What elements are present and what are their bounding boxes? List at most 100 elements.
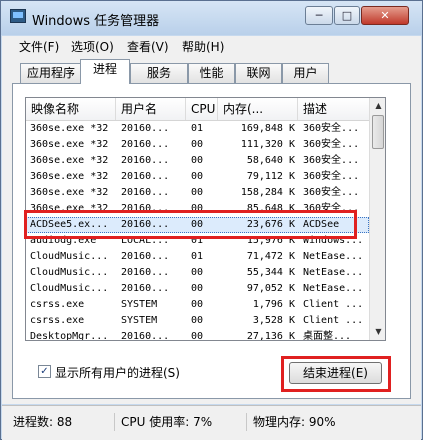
process-memory: 27,136 K (246, 331, 295, 341)
process-cpu: 00 (191, 203, 204, 214)
process-memory: 85,648 K (246, 203, 295, 214)
scroll-thumb[interactable] (372, 115, 384, 149)
process-list[interactable]: 映像名称 用户名 CPU 内存(... 描述 360se.exe *32 2016… (25, 97, 386, 341)
process-user: 20160... (121, 251, 170, 262)
process-memory: 1,796 K (252, 299, 295, 310)
process-cpu: 00 (191, 187, 204, 198)
process-user: 20160... (121, 171, 170, 182)
process-description: 360安全... (303, 155, 360, 166)
status-process-count: 进程数: 88 (13, 415, 73, 429)
column-cpu[interactable]: CPU (186, 98, 218, 120)
column-image-name[interactable]: 映像名称 (26, 98, 116, 120)
process-cpu: 00 (191, 267, 204, 278)
show-all-users-label: 显示所有用户的进程(S) (55, 366, 180, 380)
process-user: SYSTEM (121, 315, 158, 326)
process-user: 20160... (121, 123, 170, 134)
scroll-down-icon[interactable]: ▼ (371, 324, 385, 340)
table-row[interactable]: CloudMusic... 20160... 01 71,472 K NetEase..… (26, 249, 369, 265)
table-row[interactable]: ACDSee5.ex... 20160... 00 23,676 K ACDSee (26, 217, 369, 233)
process-user: 20160... (121, 219, 170, 230)
process-cpu: 00 (191, 331, 204, 341)
process-name: 360se.exe *32 (30, 171, 109, 182)
table-row[interactable]: 360se.exe *32 20160... 00 58,640 K 360安全... (26, 153, 369, 169)
table-row[interactable]: DesktopMgr... 20160... 00 27,136 K 桌面整... (26, 329, 369, 341)
process-description: Client ... (303, 315, 364, 326)
table-row[interactable]: CloudMusic... 20160... 00 55,344 K NetEase..… (26, 265, 369, 281)
tab-services[interactable]: 服务 (130, 63, 188, 83)
process-user: 20160... (121, 139, 170, 150)
table-row[interactable]: 360se.exe *32 20160... 00 85,648 K 360安全... (26, 201, 369, 217)
table-row[interactable]: 360se.exe *32 20160... 00 79,112 K 360安全... (26, 169, 369, 185)
process-cpu: 00 (191, 299, 204, 310)
maximize-button[interactable]: □ (334, 6, 360, 25)
close-button[interactable]: ✕ (361, 6, 409, 25)
vertical-scrollbar[interactable]: ▲ ▼ (369, 98, 385, 340)
process-description: Client ... (303, 299, 364, 310)
show-all-users-checkbox[interactable]: ✓ (38, 365, 51, 378)
process-name: 360se.exe *32 (30, 123, 109, 134)
process-cpu: 00 (191, 315, 204, 326)
process-rows: 360se.exe *32 20160... 01 169,848 K 360安全...… (26, 121, 369, 341)
process-cpu: 00 (191, 171, 204, 182)
table-row[interactable]: csrss.exe SYSTEM 00 3,528 K Client ... (26, 313, 369, 329)
tab-performance[interactable]: 性能 (188, 63, 235, 83)
process-memory: 71,472 K (246, 251, 295, 262)
table-row[interactable]: 360se.exe *32 20160... 00 158,284 K 360安全... (26, 185, 369, 201)
menu-file[interactable]: 文件(F) (19, 38, 59, 55)
process-cpu: 00 (191, 219, 204, 230)
table-row[interactable]: csrss.exe SYSTEM 00 1,796 K Client ... (26, 297, 369, 313)
tab-networking[interactable]: 联网 (235, 63, 282, 83)
column-description[interactable]: 描述 (298, 98, 369, 120)
process-memory: 111,320 K (240, 139, 295, 150)
list-header: 映像名称 用户名 CPU 内存(... 描述 (26, 98, 369, 121)
menu-help[interactable]: 帮助(H) (182, 38, 224, 55)
tab-applications[interactable]: 应用程序 (20, 63, 82, 83)
process-name: CloudMusic... (30, 283, 109, 294)
process-description: NetEase... (303, 251, 364, 262)
minimize-button[interactable]: ─ (305, 6, 333, 25)
column-user-name[interactable]: 用户名 (116, 98, 186, 120)
process-user: 20160... (121, 155, 170, 166)
table-row[interactable]: 360se.exe *32 20160... 01 169,848 K 360安全... (26, 121, 369, 137)
tab-users[interactable]: 用户 (282, 63, 329, 83)
process-memory: 55,344 K (246, 267, 295, 278)
process-cpu: 01 (191, 123, 204, 134)
process-cpu: 00 (191, 155, 204, 166)
process-memory: 169,848 K (240, 123, 295, 134)
table-row[interactable]: 360se.exe *32 20160... 00 111,320 K 360安全... (26, 137, 369, 153)
process-memory: 15,976 K (246, 235, 295, 246)
process-memory: 158,284 K (240, 187, 295, 198)
end-process-button[interactable]: 结束进程(E) (289, 362, 382, 384)
process-name: 360se.exe *32 (30, 155, 109, 166)
process-name: CloudMusic... (30, 251, 109, 262)
process-name: 360se.exe *32 (30, 203, 109, 214)
task-manager-window: Windows 任务管理器 ─ □ ✕ 文件(F) 选项(O) 查看(V) 帮助… (0, 0, 423, 440)
column-memory[interactable]: 内存(... (218, 98, 298, 120)
process-description: 360安全... (303, 203, 360, 214)
process-name: 360se.exe *32 (30, 139, 109, 150)
tab-processes[interactable]: 进程 (80, 59, 130, 84)
menu-view[interactable]: 查看(V) (127, 38, 169, 55)
process-user: LOCAL... (121, 235, 170, 246)
table-row[interactable]: CloudMusic... 20160... 00 97,052 K NetEase..… (26, 281, 369, 297)
process-name: ACDSee5.ex... (30, 219, 109, 230)
process-user: SYSTEM (121, 299, 158, 310)
process-description: NetEase... (303, 283, 364, 294)
process-name: 360se.exe *32 (30, 187, 109, 198)
status-cpu-usage: CPU 使用率: 7% (114, 413, 212, 431)
process-user: 20160... (121, 203, 170, 214)
process-description: 桌面整... (303, 331, 352, 341)
menu-options[interactable]: 选项(O) (71, 38, 114, 55)
process-name: csrss.exe (30, 315, 85, 326)
process-description: Windows... (303, 235, 364, 246)
process-memory: 58,640 K (246, 155, 295, 166)
title-bar[interactable]: Windows 任务管理器 ─ □ ✕ (1, 1, 422, 35)
process-user: 20160... (121, 331, 170, 341)
table-row[interactable]: audiodg.exe LOCAL... 01 15,976 K Windows... (26, 233, 369, 249)
scroll-up-icon[interactable]: ▲ (371, 98, 385, 114)
process-description: NetEase... (303, 267, 364, 278)
process-description: 360安全... (303, 123, 360, 134)
process-user: 20160... (121, 267, 170, 278)
process-cpu: 00 (191, 139, 204, 150)
process-description: 360安全... (303, 187, 360, 198)
